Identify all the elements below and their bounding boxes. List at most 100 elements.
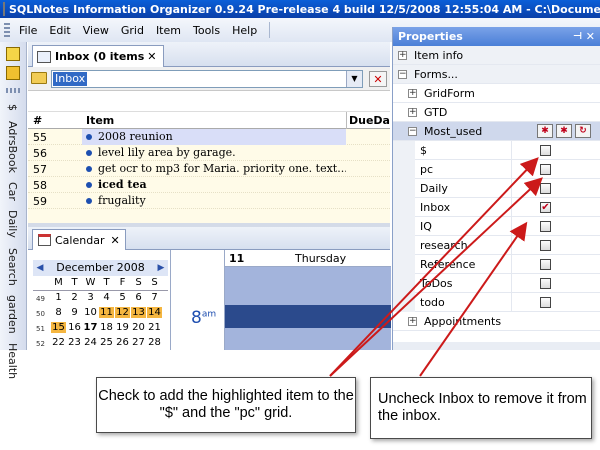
chevron-down-icon[interactable]: ▼	[346, 71, 362, 87]
expand-icon[interactable]: +	[408, 89, 417, 98]
prev-month-icon[interactable]: ◀	[34, 260, 46, 276]
close-icon[interactable]: ✕	[586, 27, 595, 46]
menu-help[interactable]: Help	[226, 22, 263, 39]
property-category[interactable]: + GridForm	[393, 84, 600, 103]
property-category[interactable]: + Appointments	[393, 312, 600, 331]
folder-icon[interactable]	[31, 72, 47, 84]
table-row[interactable]: 57 get ocr to mp3 for Maria. priority one…	[28, 161, 390, 177]
grid-shortcut[interactable]: AdrsBook	[6, 121, 19, 173]
calendar-day[interactable]: 10	[83, 307, 98, 318]
refresh-grid-icon[interactable]: ↻	[575, 124, 591, 138]
menu-grid[interactable]: Grid	[115, 22, 150, 39]
calendar-day[interactable]: 13	[131, 307, 146, 318]
calendar-day[interactable]: 14	[147, 307, 162, 318]
toolbar-grip-icon[interactable]	[4, 23, 10, 37]
grid-shortcut[interactable]: garden	[6, 295, 19, 334]
new-folder-icon[interactable]	[6, 66, 20, 80]
filter-select[interactable]: Inbox ▼	[51, 70, 363, 88]
grid-membership-checkbox[interactable]: ✔	[540, 202, 551, 213]
calendar-day[interactable]: 4	[99, 292, 114, 303]
time-slot-work[interactable]	[225, 305, 391, 328]
property-field-row[interactable]: research	[393, 236, 600, 255]
row-item-text[interactable]: 2008 reunion	[82, 129, 346, 145]
menu-view[interactable]: View	[77, 22, 115, 39]
time-slot[interactable]	[225, 267, 391, 305]
expand-icon[interactable]: +	[398, 51, 407, 60]
property-field-row[interactable]: $	[393, 141, 600, 160]
property-category[interactable]: + Item info	[393, 46, 600, 65]
calendar-day[interactable]: 20	[131, 322, 146, 333]
calendar-day[interactable]: 25	[99, 337, 114, 348]
table-row[interactable]: 59 frugality	[28, 193, 390, 209]
calendar-day[interactable]: 2	[67, 292, 82, 303]
calendar-day[interactable]: 21	[147, 322, 162, 333]
grid-membership-checkbox[interactable]	[540, 297, 551, 308]
grid-membership-checkbox[interactable]	[540, 221, 551, 232]
time-slot[interactable]	[225, 328, 391, 350]
menu-edit[interactable]: Edit	[43, 22, 76, 39]
calendar-day[interactable]: 8	[51, 307, 66, 318]
calendar-day[interactable]: 18	[99, 322, 114, 333]
property-field-row[interactable]: ToDos	[393, 274, 600, 293]
remove-grid-icon[interactable]: ✱	[556, 124, 572, 138]
calendar-day[interactable]: 1	[51, 292, 66, 303]
grid-membership-checkbox[interactable]	[540, 278, 551, 289]
next-month-icon[interactable]: ▶	[155, 260, 167, 276]
menu-item[interactable]: Item	[150, 22, 187, 39]
column-separator[interactable]	[346, 112, 347, 129]
grid-shortcut[interactable]: Daily	[6, 210, 19, 238]
close-icon[interactable]: ✕	[147, 50, 156, 63]
row-item-text[interactable]: iced tea	[82, 177, 346, 193]
row-item-text[interactable]: frugality	[82, 193, 346, 209]
property-field-row[interactable]: todo	[393, 293, 600, 312]
calendar-day[interactable]: 28	[147, 337, 162, 348]
calendar-day[interactable]: 17	[83, 322, 98, 333]
grid-membership-checkbox[interactable]	[540, 145, 551, 156]
calendar-day[interactable]: 22	[51, 337, 66, 348]
row-item-text[interactable]: get ocr to mp3 for Maria. priority one. …	[82, 161, 346, 177]
table-row[interactable]: 55 2008 reunion	[28, 129, 390, 145]
property-category[interactable]: − Forms...	[393, 65, 600, 84]
calendar-day[interactable]: 3	[83, 292, 98, 303]
calendar-day[interactable]: 16	[67, 322, 82, 333]
add-grid-icon[interactable]: ✱	[537, 124, 553, 138]
property-field-row[interactable]: Reference	[393, 255, 600, 274]
calendar-day[interactable]: 19	[115, 322, 130, 333]
calendar-day[interactable]: 23	[67, 337, 82, 348]
menu-file[interactable]: File	[13, 22, 43, 39]
calendar-day[interactable]: 9	[67, 307, 82, 318]
expand-icon[interactable]: +	[408, 317, 417, 326]
property-category[interactable]: + GTD	[393, 103, 600, 122]
clear-filter-icon[interactable]: ✕	[369, 71, 387, 87]
grid-membership-checkbox[interactable]	[540, 164, 551, 175]
grid-shortcut[interactable]: Health	[6, 343, 19, 379]
column-header-due[interactable]: DueDat	[349, 114, 390, 127]
menu-tools[interactable]: Tools	[187, 22, 226, 39]
calendar-day[interactable]: 6	[131, 292, 146, 303]
table-row[interactable]: 56 level lily area by garage.	[28, 145, 390, 161]
expand-icon[interactable]: +	[408, 108, 417, 117]
grid-shortcut[interactable]: Car	[6, 182, 19, 201]
grid-membership-checkbox[interactable]	[540, 240, 551, 251]
tab-inbox[interactable]: Inbox (0 items ✕	[32, 45, 164, 67]
collapse-icon[interactable]: −	[408, 127, 417, 136]
property-field-row[interactable]: Daily	[393, 179, 600, 198]
column-header-num[interactable]: #	[33, 114, 42, 127]
property-field-row[interactable]: Inbox ✔	[393, 198, 600, 217]
calendar-day[interactable]: 26	[115, 337, 130, 348]
calendar-day[interactable]: 27	[131, 337, 146, 348]
grid-shortcut[interactable]: $	[6, 104, 19, 111]
row-item-text[interactable]: level lily area by garage.	[82, 145, 346, 161]
calendar-day[interactable]: 24	[83, 337, 98, 348]
collapse-icon[interactable]: −	[398, 70, 407, 79]
table-row[interactable]: 58 iced tea	[28, 177, 390, 193]
grid-membership-checkbox[interactable]	[540, 183, 551, 194]
tab-calendar[interactable]: Calendar ✕	[32, 229, 126, 250]
column-header-item[interactable]: Item	[86, 114, 114, 127]
property-field-row[interactable]: IQ	[393, 217, 600, 236]
calendar-day[interactable]: 15	[51, 322, 66, 333]
calendar-day[interactable]: 7	[147, 292, 162, 303]
calendar-day[interactable]: 12	[115, 307, 130, 318]
grid-membership-checkbox[interactable]	[540, 259, 551, 270]
property-field-row[interactable]: pc	[393, 160, 600, 179]
